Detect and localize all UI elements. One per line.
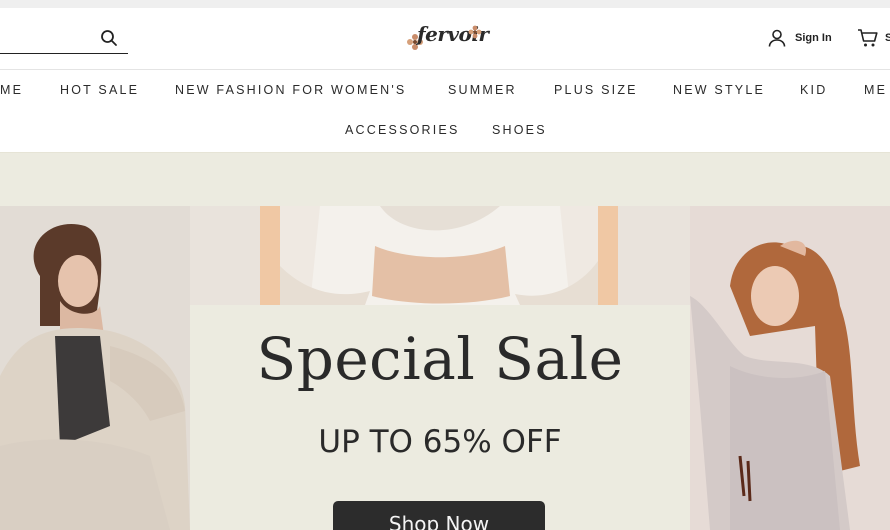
- sale-panel: Special Sale UP TO 65% OFF Shop Now: [190, 305, 690, 530]
- announcement-strip: [0, 152, 890, 206]
- site-header: fervoir Sign In S: [0, 8, 890, 70]
- nav-item-summer[interactable]: SUMMER: [448, 83, 517, 97]
- nav-row-primary: ME HOT SALE NEW FASHION FOR WOMEN'S SUMM…: [0, 71, 890, 111]
- model-photo-right: [690, 206, 890, 530]
- nav-item-kid[interactable]: KID: [800, 83, 827, 97]
- search-icon[interactable]: [100, 29, 118, 47]
- sign-in-label: Sign In: [795, 32, 832, 44]
- sale-title: Special Sale: [256, 325, 624, 393]
- cart-icon: [858, 29, 878, 47]
- sale-subtitle: UP TO 65% OFF: [318, 424, 562, 460]
- shop-now-button[interactable]: Shop Now: [333, 501, 545, 530]
- search-input[interactable]: [0, 24, 96, 52]
- nav-item-new-fashion[interactable]: NEW FASHION FOR WOMEN'S: [175, 83, 406, 97]
- hero-banner[interactable]: Special Sale UP TO 65% OFF Shop Now: [0, 206, 890, 530]
- nav-item-hot-sale[interactable]: HOT SALE: [60, 83, 139, 97]
- search-bar: [0, 24, 128, 54]
- nav-item-new-style[interactable]: NEW STYLE: [673, 83, 765, 97]
- flower-icon: [468, 25, 482, 39]
- cart-link[interactable]: S: [857, 28, 890, 48]
- nav-item-shoes[interactable]: SHOES: [492, 123, 547, 137]
- model-photo-center: [260, 206, 618, 305]
- top-strip: [0, 0, 890, 8]
- nav-item-plus-size[interactable]: PLUS SIZE: [554, 83, 638, 97]
- nav-item-accessories[interactable]: ACCESSORIES: [345, 123, 460, 137]
- nav-row-secondary: ACCESSORIES SHOES: [0, 111, 890, 151]
- model-photo-left: [0, 206, 190, 530]
- user-icon: [768, 29, 786, 47]
- main-nav: ME HOT SALE NEW FASHION FOR WOMEN'S SUMM…: [0, 71, 890, 151]
- nav-item-men[interactable]: ME: [864, 83, 887, 97]
- nav-item-home[interactable]: ME: [0, 83, 23, 97]
- sign-in-link[interactable]: Sign In: [767, 28, 832, 48]
- cart-label: S: [885, 32, 890, 44]
- brand-logo[interactable]: fervoir: [405, 18, 489, 54]
